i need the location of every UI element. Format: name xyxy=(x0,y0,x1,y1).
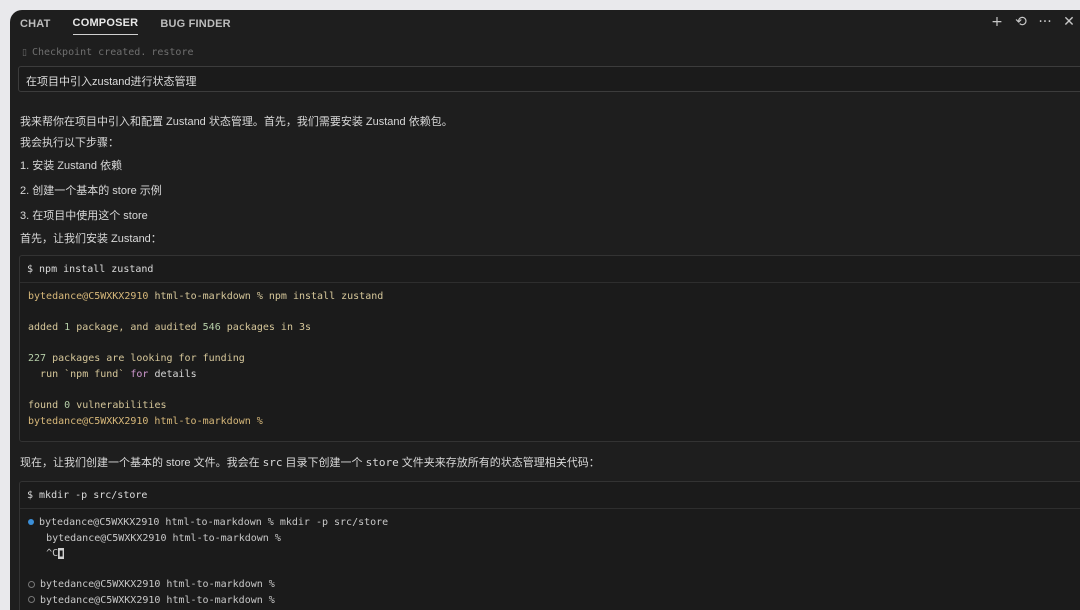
more-options-icon[interactable]: ··· xyxy=(1038,14,1052,30)
command-text-2[interactable]: mkdir -p src/store xyxy=(39,490,147,501)
store-intro-store: store xyxy=(365,456,399,469)
step-1: 1. 安装 Zustand 依赖 xyxy=(20,160,123,172)
added-a: added xyxy=(28,322,59,334)
idle-dot-icon xyxy=(28,580,35,588)
success-dot-icon xyxy=(28,519,34,525)
store-intro-b: 目录下创建一个 xyxy=(282,457,366,469)
idle-dot-icon xyxy=(28,596,35,604)
user-query[interactable]: 在项目中引入zustand进行状态管理 xyxy=(18,66,1080,92)
fund-n: 227 xyxy=(28,353,47,365)
added-n1: 1 xyxy=(64,322,71,334)
store-intro: 现在，让我们创建一个基本的 store 文件。我会在 src 目录下创建一个 s… xyxy=(20,454,600,470)
command-header: $ npm install zustand xyxy=(20,256,1080,283)
terminal-line: ^C xyxy=(46,548,59,560)
terminal-block-mkdir: $ mkdir -p src/store bytedance@C5WXKX291… xyxy=(19,481,1080,610)
found-a: found xyxy=(28,400,59,412)
terminal-line: bytedance@C5WXKX2910 html-to-markdown % xyxy=(40,594,275,606)
prompt-symbol-2: $ xyxy=(27,489,34,501)
store-intro-src: src xyxy=(262,456,283,469)
tab-chat[interactable]: CHAT xyxy=(20,12,51,35)
terminal-output-2: bytedance@C5WXKX2910 html-to-markdown % … xyxy=(20,509,1080,610)
fund-run: run `npm fund` xyxy=(40,368,125,380)
found-n: 0 xyxy=(64,400,71,412)
new-chat-icon[interactable]: + xyxy=(990,14,1004,30)
terminal-output: bytedance@C5WXKX2910 html-to-markdown % … xyxy=(20,283,1080,435)
cursor-icon: ▮ xyxy=(58,548,65,560)
terminal-block-install: $ npm install zustand bytedance@C5WXKX29… xyxy=(19,255,1080,442)
install-intro: 首先，让我们安装 Zustand： xyxy=(20,233,162,245)
added-b: package, and audited xyxy=(76,322,197,334)
terminal-user: bytedance@C5WXKX2910 xyxy=(28,291,149,302)
intro-text: 我来帮你在项目中引入和配置 Zustand 状态管理。首先，我们需要安装 Zus… xyxy=(20,116,453,128)
close-icon[interactable]: ✕ xyxy=(1062,14,1076,30)
prompt-symbol: $ xyxy=(27,263,34,275)
step-2: 2. 创建一个基本的 store 示例 xyxy=(20,185,162,197)
added-c: packages in 3s xyxy=(226,322,312,334)
store-intro-c: 文件夹来存放所有的状态管理相关代码： xyxy=(398,457,600,469)
terminal-line: bytedance@C5WXKX2910 html-to-markdown % xyxy=(46,532,281,544)
added-n2: 546 xyxy=(202,322,221,334)
checkpoint-text: Checkpoint created. xyxy=(31,47,147,58)
command-text[interactable]: npm install zustand xyxy=(39,264,153,275)
terminal-line: bytedance@C5WXKX2910 html-to-markdown % xyxy=(40,579,275,591)
history-icon[interactable]: ⟲ xyxy=(1014,14,1028,30)
final-prompt: bytedance@C5WXKX2910 html-to-markdown % xyxy=(28,415,263,427)
fund-a: packages are looking for funding xyxy=(52,353,245,365)
terminal-pct: % xyxy=(256,291,263,302)
command-header-2: $ mkdir -p src/store xyxy=(20,482,1080,509)
tab-actions: + ⟲ ··· ✕ xyxy=(990,14,1076,30)
found-b: vulnerabilities xyxy=(76,400,167,412)
terminal-line: bytedance@C5WXKX2910 html-to-markdown % … xyxy=(39,517,389,528)
steps-heading: 我会执行以下步骤： xyxy=(20,137,119,149)
fund-details: details xyxy=(154,368,197,380)
tab-bug-finder[interactable]: BUG FINDER xyxy=(160,12,230,35)
terminal-typed: npm install zustand xyxy=(268,291,384,302)
step-3: 3. 在项目中使用这个 store xyxy=(20,210,148,222)
checkpoint-notice: ▯ Checkpoint created. restore xyxy=(22,47,194,58)
bookmark-icon: ▯ xyxy=(22,47,27,58)
fund-for: for xyxy=(130,368,149,380)
restore-link[interactable]: restore xyxy=(151,47,193,58)
tab-bar: CHAT COMPOSER BUG FINDER + ⟲ ··· ✕ xyxy=(10,10,1080,36)
tab-composer[interactable]: COMPOSER xyxy=(72,11,139,35)
composer-window: CHAT COMPOSER BUG FINDER + ⟲ ··· ✕ ▯ Che… xyxy=(10,10,1080,610)
store-intro-a: 现在，让我们创建一个基本的 store 文件。我会在 xyxy=(20,457,263,469)
terminal-dir: html-to-markdown xyxy=(154,291,251,302)
